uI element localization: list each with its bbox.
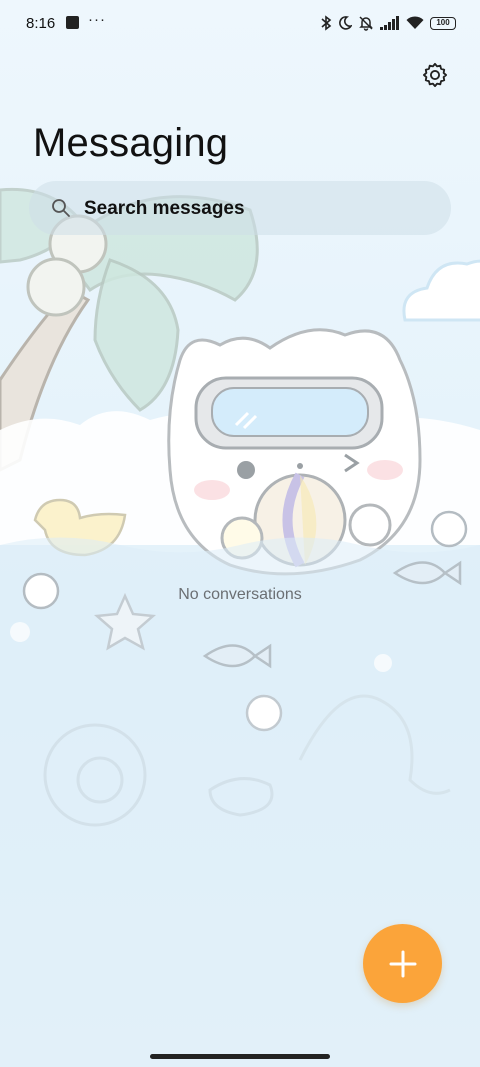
messaging-screen: 8:16 ··· 100 Messaging Search messages N… bbox=[0, 0, 480, 1067]
plus-icon bbox=[389, 950, 416, 977]
notification-app-icon bbox=[66, 16, 79, 29]
status-bar: 8:16 ··· 100 bbox=[0, 0, 480, 46]
more-notifications-icon: ··· bbox=[88, 11, 106, 28]
bluetooth-icon bbox=[321, 15, 332, 31]
search-bar[interactable]: Search messages bbox=[29, 181, 451, 235]
battery-icon: 100 bbox=[430, 16, 456, 30]
search-input[interactable]: Search messages bbox=[84, 198, 245, 220]
search-icon bbox=[52, 199, 70, 217]
home-indicator[interactable] bbox=[150, 1054, 330, 1059]
moon-icon bbox=[339, 16, 352, 30]
status-time: 8:16 bbox=[26, 15, 56, 32]
bell-off-icon bbox=[359, 16, 373, 31]
signal-icon bbox=[380, 16, 399, 30]
empty-state-message: No conversations bbox=[178, 586, 302, 603]
page-title: Messaging bbox=[33, 121, 229, 165]
status-icons: 100 bbox=[320, 12, 456, 34]
settings-button[interactable] bbox=[418, 58, 452, 92]
new-message-button[interactable] bbox=[363, 924, 442, 1003]
gear-icon bbox=[422, 62, 448, 88]
wifi-icon bbox=[406, 16, 424, 29]
